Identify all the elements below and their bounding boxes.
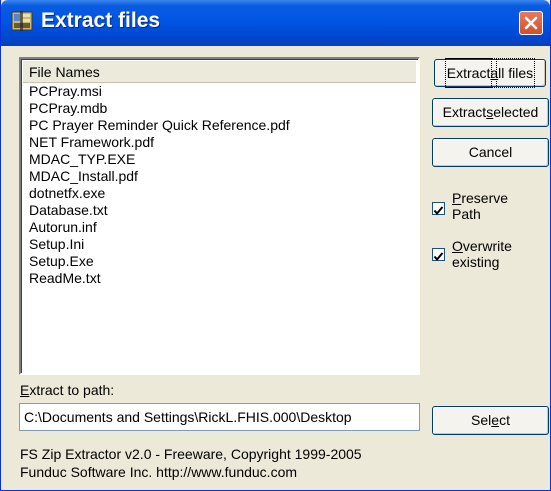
column-header-file-names[interactable]: File Names [23,61,416,83]
file-list-panel[interactable]: File Names PCPray.msi PCPray.mdb PC Prayer… [19,57,420,375]
close-button[interactable] [519,11,543,35]
extract-all-files-label: Extract all files [444,58,536,88]
cancel-button[interactable]: Cancel [432,138,549,167]
close-icon [524,16,538,30]
extract-path-input[interactable] [19,403,420,431]
extract-selected-button[interactable]: Extract selected [432,98,549,127]
label-part: Sel [471,412,492,428]
label-part: ll files [496,58,536,88]
list-item[interactable]: Autorun.inf [29,219,290,236]
accelerator-key: E [20,382,30,398]
select-button[interactable]: Select [432,406,549,435]
select-label: Select [471,407,510,434]
accelerator-key: e [491,412,500,428]
label-part: Path [452,206,481,222]
preserve-path-label[interactable]: Preserve Path [452,190,542,222]
file-list[interactable]: PCPray.msi PCPray.mdb PC Prayer Reminder Q… [29,83,290,287]
label-part: elected [493,104,539,120]
extract-selected-label: Extract selected [443,99,539,126]
list-item[interactable]: Setup.Exe [29,253,290,270]
label-part: ct [499,412,510,428]
extract-all-files-button[interactable]: Extract all files [434,58,546,88]
list-item[interactable]: Setup.Ini [29,236,290,253]
list-item[interactable]: NET Framework.pdf [29,134,290,151]
label-part: Extract [442,104,487,120]
label-part: reserve [461,190,509,206]
list-item[interactable]: PC Prayer Reminder Quick Reference.pdf [29,117,290,134]
list-item[interactable]: MDAC_TYP.EXE [29,151,290,168]
accelerator-key: s [486,104,494,120]
extract-files-dialog: Extract files File Names PCPray.msi PCPra… [0,0,551,491]
copyright-text: FS Zip Extractor v2.0 - Freeware, Copyri… [20,446,362,462]
extract-to-path-label: Extract to path: [20,382,114,398]
accelerator-key: O [452,238,463,254]
label-part: existing [452,254,500,270]
preserve-path-checkbox[interactable] [432,202,445,216]
list-item[interactable]: MDAC_Install.pdf [29,168,290,185]
title-bar[interactable]: Extract files [1,0,550,46]
zip-extractor-icon [11,10,33,32]
list-item[interactable]: PCPray.msi [29,83,290,100]
list-item[interactable]: dotnetfx.exe [29,185,290,202]
company-text: Funduc Software Inc. http://www.funduc.c… [20,464,298,480]
label-part: xtract to path: [29,382,115,398]
overwrite-existing-checkbox[interactable] [432,248,445,262]
checkmark-icon [433,206,444,216]
list-item[interactable]: PCPray.mdb [29,100,290,117]
overwrite-existing-label[interactable]: Overwrite existing [452,238,542,270]
label-part: Extract [444,58,493,88]
checkmark-icon [433,252,444,262]
cancel-label: Cancel [468,144,513,160]
accelerator-key: P [452,190,462,206]
list-item[interactable]: ReadMe.txt [29,270,290,287]
label-part: verwrite [462,238,512,254]
list-item[interactable]: Database.txt [29,202,290,219]
window-title: Extract files [41,9,161,32]
accelerator-key: a [490,65,499,81]
